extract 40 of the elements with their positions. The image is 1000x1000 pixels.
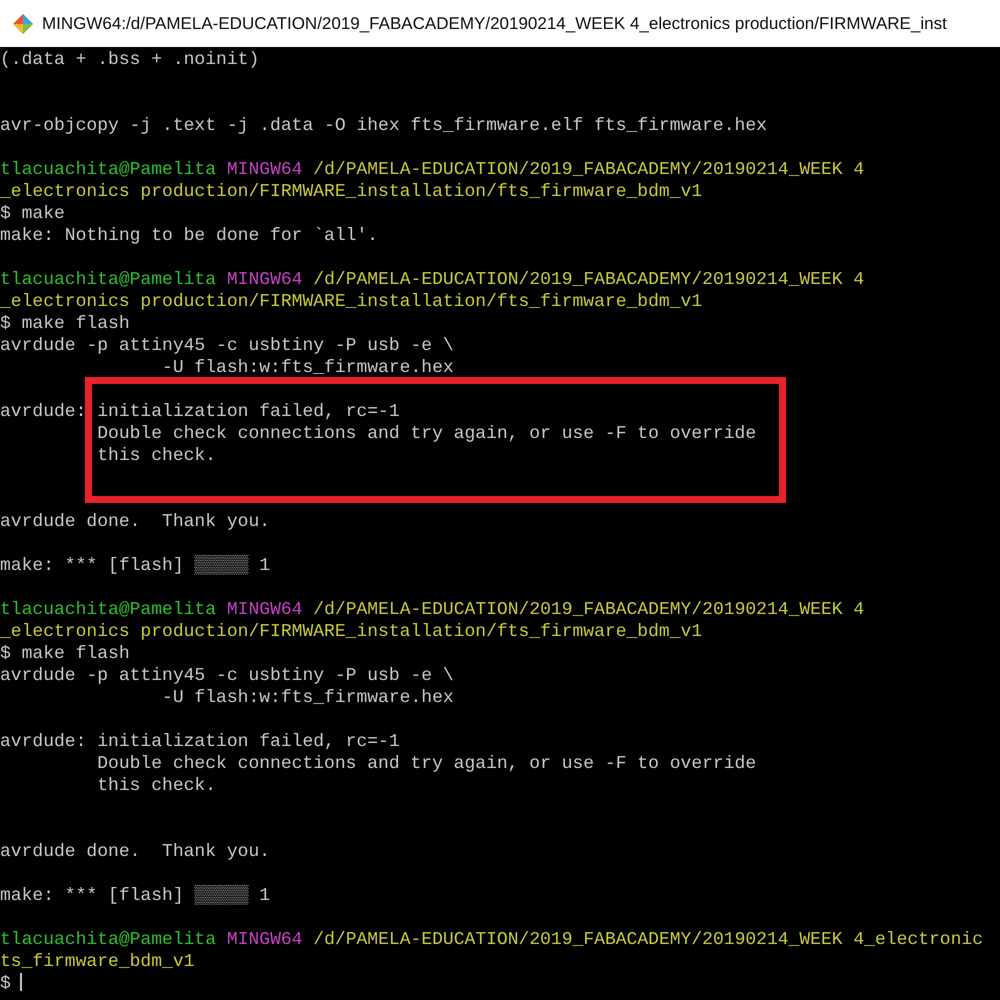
output-line: avrdude -p attiny45 -c usbtiny -P usb -e \	[0, 665, 454, 687]
prompt-path: _electronics production/FIRMWARE_installation/fts_firmware_bdm_v1	[0, 291, 702, 313]
prompt-path: /d/PAMELA-EDUCATION/2019_FABACADEMY/20190214_WEEK 4	[313, 269, 864, 291]
output-line: avrdude: initialization failed, rc=-1	[0, 401, 400, 423]
output-line: Double check connections and try again, or use -F to override	[96, 753, 756, 775]
prompt-path: /d/PAMELA-EDUCATION/2019_FABACADEMY/20190214_WEEK 4_electronic	[313, 929, 984, 951]
output-line: $ make	[0, 203, 65, 225]
prompt-path: /d/PAMELA-EDUCATION/2019_FABACADEMY/20190214_WEEK 4	[313, 159, 864, 181]
output-line: make: *** [flash] ▒▒▒▒▒ 1	[0, 555, 270, 577]
output-line: -U flash:w:fts_firmware.hex	[161, 357, 454, 379]
prompt-host: MINGW64	[226, 599, 302, 621]
output-line: this check.	[96, 775, 216, 797]
output-line: make: Nothing to be done for `all'.	[0, 225, 378, 247]
output-line: avrdude done. Thank you.	[0, 841, 270, 863]
output-line: this check.	[96, 445, 216, 467]
prompt-user: tlacuachita@Pamelita	[0, 159, 216, 181]
output-line: $ make flash	[0, 313, 130, 335]
cursor-icon	[20, 973, 22, 991]
output-line: make: *** [flash] ▒▒▒▒▒ 1	[0, 885, 270, 907]
prompt-symbol: $	[0, 973, 11, 995]
output-line: avr-objcopy -j .text -j .data -O ihex fts_firmware.elf fts_firmware.hex	[0, 115, 767, 137]
output-line: avrdude done. Thank you.	[0, 511, 270, 533]
prompt-user: tlacuachita@Pamelita	[0, 929, 216, 951]
output-line: Double check connections and try again, or use -F to override	[96, 423, 756, 445]
prompt-user: tlacuachita@Pamelita	[0, 599, 216, 621]
prompt-host: MINGW64	[226, 929, 302, 951]
output-line: -U flash:w:fts_firmware.hex	[161, 687, 454, 709]
output-line: avrdude: initialization failed, rc=-1	[0, 731, 400, 753]
prompt-path: _electronics production/FIRMWARE_installation/fts_firmware_bdm_v1	[0, 621, 702, 643]
prompt-host: MINGW64	[226, 269, 302, 291]
app-icon	[12, 12, 34, 34]
prompt-host: MINGW64	[226, 159, 302, 181]
window-title: MINGW64:/d/PAMELA-EDUCATION/2019_FABACADEMY/20190214_WEEK 4_electronics production/FIRMWARE_inst	[42, 12, 947, 35]
prompt-path: /d/PAMELA-EDUCATION/2019_FABACADEMY/20190214_WEEK 4	[313, 599, 864, 621]
prompt-path: _electronics production/FIRMWARE_installation/fts_firmware_bdm_v1	[0, 181, 702, 203]
output-line: $ make flash	[0, 643, 130, 665]
prompt-user: tlacuachita@Pamelita	[0, 269, 216, 291]
output-line: avrdude -p attiny45 -c usbtiny -P usb -e \	[0, 335, 454, 357]
output-line: (.data + .bss + .noinit)	[0, 49, 260, 71]
prompt-path: ts_firmware_bdm_v1	[0, 951, 194, 973]
